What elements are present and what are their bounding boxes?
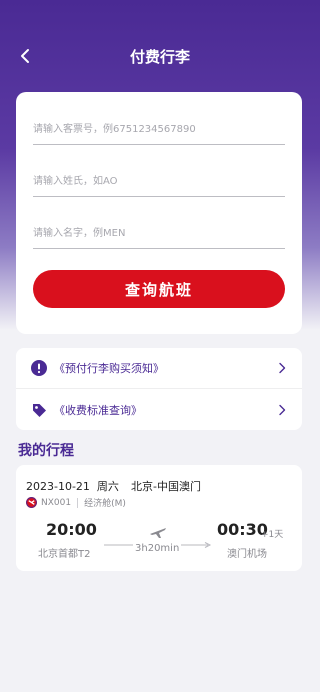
purchase-notice-label: 《预付行李购买须知》 bbox=[54, 362, 164, 375]
query-form-card: 查询航班 bbox=[16, 92, 302, 334]
chevron-right-icon bbox=[279, 362, 286, 374]
page-title: 付费行李 bbox=[129, 48, 190, 66]
my-trips-title: 我的行程 bbox=[18, 443, 74, 459]
departure-airport: 北京首都T2 bbox=[38, 549, 91, 560]
departure-time: 20:00 bbox=[46, 520, 97, 539]
cabin-class: 经济舱(M) bbox=[84, 499, 126, 509]
fee-standard-link[interactable]: 《收费标准查询》 bbox=[16, 389, 302, 430]
flight-info: NX001 经济舱(M) bbox=[26, 496, 126, 509]
top-bar: 付费行李 bbox=[0, 38, 320, 74]
query-flight-button[interactable]: 查询航班 bbox=[33, 270, 285, 308]
divider bbox=[77, 497, 79, 508]
arrival-day-offset: +1天 bbox=[261, 530, 284, 540]
trip-card[interactable]: 2023-10-21 周六 北京-中国澳门 NX001 经济舱(M) 20:00… bbox=[16, 465, 302, 571]
airline-logo bbox=[26, 497, 37, 508]
flight-number: NX001 bbox=[41, 497, 72, 508]
trip-route: 北京-中国澳门 bbox=[131, 480, 201, 493]
info-links-card: 《预付行李购买须知》 《收费标准查询》 bbox=[16, 348, 302, 430]
info-icon bbox=[31, 360, 47, 376]
airplane-icon bbox=[150, 528, 166, 538]
purchase-notice-link[interactable]: 《预付行李购买须知》 bbox=[16, 348, 302, 389]
given-name-input[interactable] bbox=[33, 219, 285, 249]
fee-standard-label: 《收费标准查询》 bbox=[54, 403, 142, 417]
chevron-right-icon bbox=[279, 404, 286, 415]
price-tag-icon bbox=[31, 402, 47, 418]
surname-input[interactable] bbox=[33, 167, 285, 197]
flight-duration: 3h20min bbox=[133, 543, 182, 554]
arrival-airport: 澳门机场 bbox=[227, 549, 267, 560]
trip-date: 2023-10-21 周六 bbox=[26, 480, 119, 493]
ticket-number-input[interactable] bbox=[33, 115, 285, 145]
